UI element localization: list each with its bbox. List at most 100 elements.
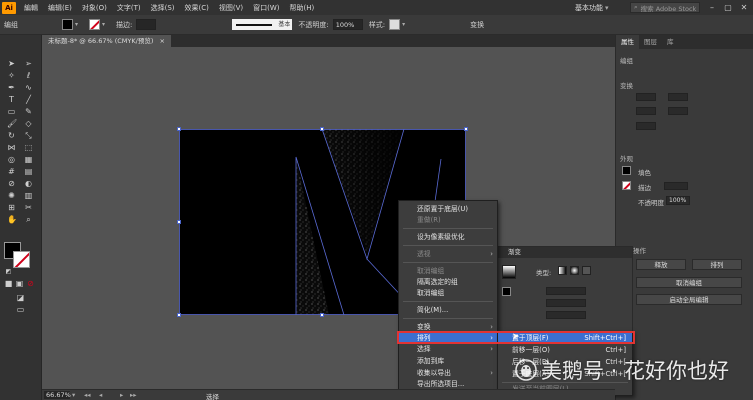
mesh-tool-icon[interactable]: # bbox=[7, 167, 16, 176]
menu-item-edit[interactable]: 编辑(E) bbox=[43, 3, 77, 13]
fill-swatch[interactable] bbox=[622, 166, 631, 175]
recolor-button[interactable]: 启动全局编辑 bbox=[636, 294, 742, 305]
arrange-button[interactable]: 排列 bbox=[692, 259, 742, 270]
blend-tool-icon[interactable]: ◐ bbox=[24, 179, 33, 188]
artboard-nav-next-icon[interactable]: ▸ bbox=[120, 391, 123, 399]
selection-handle[interactable] bbox=[177, 313, 181, 317]
ctx-simplify[interactable]: 简化(M)... bbox=[399, 305, 497, 316]
artboard-nav-first-icon[interactable]: ◂◂ bbox=[84, 391, 91, 399]
stroke-gradient-input[interactable] bbox=[546, 287, 586, 295]
ctx-pixel-optimize[interactable]: 设为像素级优化 bbox=[399, 232, 497, 243]
artboard-tool-icon[interactable]: ⊞ bbox=[7, 203, 16, 212]
document-tab[interactable]: 未标题-8* @ 66.67% (CMYK/预览) × bbox=[42, 35, 171, 47]
default-colors-icon[interactable]: ◩ bbox=[4, 267, 13, 276]
selection-tool-icon[interactable]: ➤ bbox=[7, 59, 16, 68]
freeform-gradient-icon[interactable] bbox=[582, 266, 591, 275]
radial-gradient-icon[interactable] bbox=[570, 266, 579, 275]
search-stock-input[interactable]: ⌕ 搜索 Adobe Stock bbox=[630, 2, 700, 13]
selection-handle[interactable] bbox=[320, 127, 324, 131]
menu-item-select[interactable]: 选择(S) bbox=[146, 3, 180, 13]
artboard-nav-last-icon[interactable]: ▸▸ bbox=[130, 391, 137, 399]
type-tool-icon[interactable]: T bbox=[7, 95, 16, 104]
lasso-tool-icon[interactable]: ℓ bbox=[24, 71, 33, 80]
maximize-icon[interactable]: ▢ bbox=[721, 2, 735, 13]
shape-builder-tool-icon[interactable]: ◎ bbox=[7, 155, 16, 164]
ctx-isolate-group[interactable]: 隔离选定的组 bbox=[399, 277, 497, 288]
hand-tool-icon[interactable]: ✋ bbox=[7, 215, 17, 224]
ctx-ungroup[interactable]: 取消编组 bbox=[399, 288, 497, 299]
color-mode-icon[interactable]: ■ bbox=[4, 279, 13, 288]
fill-swatch[interactable] bbox=[62, 19, 73, 30]
minimize-icon[interactable]: – bbox=[705, 2, 719, 13]
menu-item-window[interactable]: 窗口(W) bbox=[248, 3, 284, 13]
stroke-swatch[interactable] bbox=[89, 19, 100, 30]
tab-layers[interactable]: 图层 bbox=[639, 35, 662, 49]
width-tool-icon[interactable]: ⋈ bbox=[7, 143, 16, 152]
ctx-undo[interactable]: 还原置于底层(U) bbox=[399, 204, 497, 215]
magic-wand-tool-icon[interactable]: ✧ bbox=[7, 71, 16, 80]
symbol-sprayer-tool-icon[interactable]: ✺ bbox=[7, 191, 16, 200]
eraser-tool-icon[interactable]: ◇ bbox=[24, 119, 33, 128]
tab-libraries[interactable]: 库 bbox=[662, 35, 679, 49]
scale-tool-icon[interactable]: ⤡ bbox=[24, 131, 33, 140]
ctx-add-to-library[interactable]: 添加到库 bbox=[399, 356, 497, 367]
screen-mode-icon[interactable]: ▭ bbox=[16, 305, 25, 314]
gradient-mode-icon[interactable]: ▣ bbox=[15, 279, 24, 288]
ctx-select[interactable]: 选择 › bbox=[399, 344, 497, 355]
gradient-panel-title[interactable]: 渐变 bbox=[498, 247, 632, 258]
tab-properties[interactable]: 属性 bbox=[616, 35, 639, 49]
menu-item-view[interactable]: 视图(V) bbox=[214, 3, 248, 13]
menu-item-object[interactable]: 对象(O) bbox=[77, 3, 112, 13]
gradient-preview-swatch[interactable] bbox=[502, 265, 516, 279]
workspace-switcher[interactable]: 基本功能 ▾ bbox=[575, 2, 619, 13]
pencil-tool-icon[interactable]: ✎ bbox=[24, 107, 33, 116]
transform-link[interactable]: 变换 bbox=[470, 20, 484, 30]
left-triangle-shape[interactable] bbox=[296, 157, 329, 315]
zoom-tool-icon[interactable]: ⌕ bbox=[24, 215, 33, 224]
chevron-down-icon[interactable]: ▾ bbox=[402, 19, 410, 30]
stroke-weight-input[interactable] bbox=[136, 19, 157, 30]
gradient-fill-swatch[interactable] bbox=[502, 287, 511, 296]
zoom-level-input[interactable]: 66.67% bbox=[44, 391, 71, 399]
chevron-down-icon[interactable]: ▾ bbox=[102, 19, 110, 30]
menu-item-type[interactable]: 文字(T) bbox=[112, 3, 146, 13]
rotate-tool-icon[interactable]: ↻ bbox=[7, 131, 16, 140]
eyedropper-tool-icon[interactable]: ⊘ bbox=[7, 179, 16, 188]
direct-selection-tool-icon[interactable]: ➢ bbox=[24, 59, 33, 68]
stroke-style-select[interactable]: 基本 bbox=[232, 19, 293, 30]
perspective-grid-tool-icon[interactable]: ▦ bbox=[24, 155, 33, 164]
rectangle-tool-icon[interactable]: ▭ bbox=[7, 107, 16, 116]
selection-handle[interactable] bbox=[177, 127, 181, 131]
pen-tool-icon[interactable]: ✒ bbox=[7, 83, 16, 92]
close-icon[interactable]: × bbox=[159, 37, 164, 45]
menu-item-help[interactable]: 帮助(H) bbox=[285, 3, 320, 13]
curvature-tool-icon[interactable]: ∿ bbox=[24, 83, 33, 92]
height-input[interactable] bbox=[668, 107, 688, 115]
width-input[interactable] bbox=[636, 107, 656, 115]
selection-handle[interactable] bbox=[177, 220, 181, 224]
none-mode-icon[interactable]: ⊘ bbox=[26, 279, 35, 288]
menu-item-file[interactable]: 編輯 bbox=[19, 3, 43, 13]
x-input[interactable] bbox=[636, 93, 656, 101]
release-button[interactable]: 释放 bbox=[636, 259, 686, 270]
opacity-input[interactable]: 100% bbox=[332, 19, 363, 30]
selection-handle[interactable] bbox=[320, 313, 324, 317]
y-input[interactable] bbox=[668, 93, 688, 101]
ctx-collect-for-export[interactable]: 收集以导出 › bbox=[399, 368, 497, 379]
angle-input[interactable] bbox=[636, 122, 656, 130]
style-swatch[interactable] bbox=[389, 19, 401, 30]
drawing-mode-icon[interactable]: ◪ bbox=[16, 293, 25, 302]
slice-tool-icon[interactable]: ✂ bbox=[24, 203, 33, 212]
linear-gradient-icon[interactable] bbox=[558, 266, 567, 275]
angle-input[interactable] bbox=[546, 299, 586, 307]
free-transform-tool-icon[interactable]: ⬚ bbox=[24, 143, 33, 152]
gradient-tool-icon[interactable]: ▤ bbox=[24, 167, 33, 176]
menu-item-effect[interactable]: 效果(C) bbox=[180, 3, 214, 13]
line-tool-icon[interactable]: ╱ bbox=[24, 95, 33, 104]
paintbrush-tool-icon[interactable]: 🖌 bbox=[7, 119, 17, 128]
stroke-swatch[interactable] bbox=[622, 181, 631, 190]
ungroup-button[interactable]: 取消编组 bbox=[636, 277, 742, 288]
close-icon[interactable]: ✕ bbox=[737, 2, 751, 13]
selection-handle[interactable] bbox=[464, 127, 468, 131]
chevron-down-icon[interactable]: ▾ bbox=[72, 391, 75, 399]
